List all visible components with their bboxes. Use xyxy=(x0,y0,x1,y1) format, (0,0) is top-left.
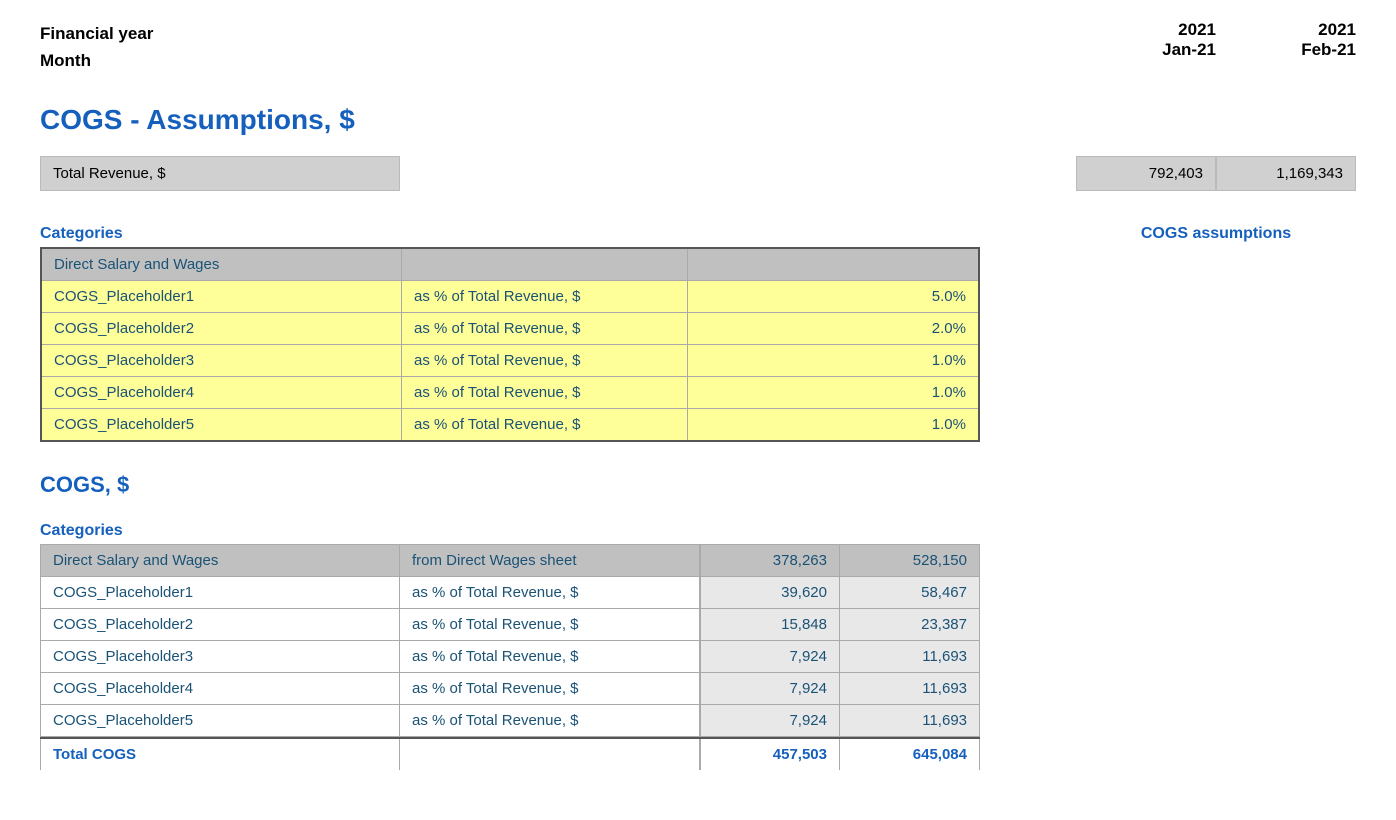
cogs-desc-0: from Direct Wages sheet xyxy=(400,545,700,576)
cogs-desc-2: as % of Total Revenue, $ xyxy=(400,609,700,640)
cogs-assumptions-header: COGS assumptions xyxy=(1076,221,1356,247)
cogs-desc-5: as % of Total Revenue, $ xyxy=(400,705,700,736)
assumptions-val-4: 1.0% xyxy=(688,377,978,408)
assumptions-cat-0: Direct Salary and Wages xyxy=(42,249,402,280)
cogs-val2-4: 11,693 xyxy=(840,673,980,704)
revenue-label: Total Revenue, $ xyxy=(40,156,400,191)
cogs-total-row: Total COGS 457,503 645,084 xyxy=(40,737,980,770)
assumptions-cat-2: COGS_Placeholder2 xyxy=(42,313,402,344)
cogs-cat-3: COGS_Placeholder3 xyxy=(40,641,400,672)
cogs-total-val1: 457,503 xyxy=(700,739,840,770)
cogs-row-2: COGS_Placeholder2 as % of Total Revenue,… xyxy=(40,609,980,641)
assumptions-desc-1: as % of Total Revenue, $ xyxy=(402,281,688,312)
assumptions-row-1: COGS_Placeholder1 as % of Total Revenue,… xyxy=(42,281,978,313)
cogs-total-label: Total COGS xyxy=(40,739,400,770)
col2-year: 2021 xyxy=(1276,20,1356,40)
cogs-val2-2: 23,387 xyxy=(840,609,980,640)
assumptions-val-1: 5.0% xyxy=(688,281,978,312)
header-labels: Financial year Month xyxy=(40,20,153,74)
cogs-val2-3: 11,693 xyxy=(840,641,980,672)
cogs-val1-0: 378,263 xyxy=(700,545,840,576)
revenue-col2: 1,169,343 xyxy=(1216,156,1356,191)
cogs-val2-1: 58,467 xyxy=(840,577,980,608)
cogs-val2-0: 528,150 xyxy=(840,545,980,576)
assumptions-val-5: 1.0% xyxy=(688,409,978,440)
cogs-desc-4: as % of Total Revenue, $ xyxy=(400,673,700,704)
assumptions-desc-3: as % of Total Revenue, $ xyxy=(402,345,688,376)
cogs-dollar-categories-label: Categories xyxy=(40,518,400,544)
assumptions-desc-5: as % of Total Revenue, $ xyxy=(402,409,688,440)
cogs-row-4: COGS_Placeholder4 as % of Total Revenue,… xyxy=(40,673,980,705)
assumptions-desc-0 xyxy=(402,249,688,280)
col1-year: 2021 xyxy=(1136,20,1216,40)
cogs-row-1: COGS_Placeholder1 as % of Total Revenue,… xyxy=(40,577,980,609)
assumptions-cat-1: COGS_Placeholder1 xyxy=(42,281,402,312)
cogs-desc-1: as % of Total Revenue, $ xyxy=(400,577,700,608)
assumptions-row-4: COGS_Placeholder4 as % of Total Revenue,… xyxy=(42,377,978,409)
assumptions-desc-2: as % of Total Revenue, $ xyxy=(402,313,688,344)
header-col2: 2021 Feb-21 xyxy=(1276,20,1356,60)
header-col1: 2021 Jan-21 xyxy=(1136,20,1216,60)
cogs-cat-2: COGS_Placeholder2 xyxy=(40,609,400,640)
cogs-dollar-title: COGS, $ xyxy=(40,472,1356,498)
page-header: Financial year Month 2021 Jan-21 2021 Fe… xyxy=(40,20,1356,74)
assumptions-categories-label: Categories xyxy=(40,221,400,247)
month-label: Month xyxy=(40,47,153,74)
col2-month: Feb-21 xyxy=(1276,40,1356,60)
cogs-cat-4: COGS_Placeholder4 xyxy=(40,673,400,704)
assumptions-desc-4: as % of Total Revenue, $ xyxy=(402,377,688,408)
assumptions-table: Direct Salary and Wages COGS_Placeholder… xyxy=(40,247,980,442)
assumptions-cat-5: COGS_Placeholder5 xyxy=(42,409,402,440)
assumptions-row-5: COGS_Placeholder5 as % of Total Revenue,… xyxy=(42,409,978,440)
assumptions-row-2: COGS_Placeholder2 as % of Total Revenue,… xyxy=(42,313,978,345)
assumptions-cat-4: COGS_Placeholder4 xyxy=(42,377,402,408)
cogs-dollar-section: COGS, $ Categories Direct Salary and Wag… xyxy=(40,472,1356,770)
cogs-desc-3: as % of Total Revenue, $ xyxy=(400,641,700,672)
assumptions-val-2: 2.0% xyxy=(688,313,978,344)
cogs-row-5: COGS_Placeholder5 as % of Total Revenue,… xyxy=(40,705,980,737)
cogs-cat-1: COGS_Placeholder1 xyxy=(40,577,400,608)
assumptions-cat-3: COGS_Placeholder3 xyxy=(42,345,402,376)
cogs-total-val2: 645,084 xyxy=(840,739,980,770)
cogs-val1-2: 15,848 xyxy=(700,609,840,640)
cogs-cat-0: Direct Salary and Wages xyxy=(40,545,400,576)
cogs-cat-5: COGS_Placeholder5 xyxy=(40,705,400,736)
assumptions-row-3: COGS_Placeholder3 as % of Total Revenue,… xyxy=(42,345,978,377)
assumptions-section: Categories COGS assumptions Direct Salar… xyxy=(40,221,1356,442)
revenue-values: 792,403 1,169,343 xyxy=(1076,156,1356,191)
assumptions-header-row: Categories COGS assumptions xyxy=(40,221,1356,247)
assumptions-row-0: Direct Salary and Wages xyxy=(42,249,978,281)
revenue-col1: 792,403 xyxy=(1076,156,1216,191)
cogs-dollar-header-row: Categories xyxy=(40,518,1356,544)
cogs-val1-5: 7,924 xyxy=(700,705,840,736)
cogs-val1-1: 39,620 xyxy=(700,577,840,608)
assumptions-val-0 xyxy=(688,249,978,280)
col1-month: Jan-21 xyxy=(1136,40,1216,60)
cogs-val1-3: 7,924 xyxy=(700,641,840,672)
cogs-row-3: COGS_Placeholder3 as % of Total Revenue,… xyxy=(40,641,980,673)
financial-year-label: Financial year xyxy=(40,20,153,47)
cogs-assumptions-title: COGS - Assumptions, $ xyxy=(40,104,1356,136)
header-values: 2021 Jan-21 2021 Feb-21 xyxy=(1136,20,1356,60)
cogs-row-0: Direct Salary and Wages from Direct Wage… xyxy=(40,544,980,577)
assumptions-val-3: 1.0% xyxy=(688,345,978,376)
cogs-val2-5: 11,693 xyxy=(840,705,980,736)
cogs-total-desc xyxy=(400,739,700,770)
revenue-row: Total Revenue, $ 792,403 1,169,343 xyxy=(40,156,1356,191)
cogs-val1-4: 7,924 xyxy=(700,673,840,704)
cogs-dollar-table: Direct Salary and Wages from Direct Wage… xyxy=(40,544,980,770)
